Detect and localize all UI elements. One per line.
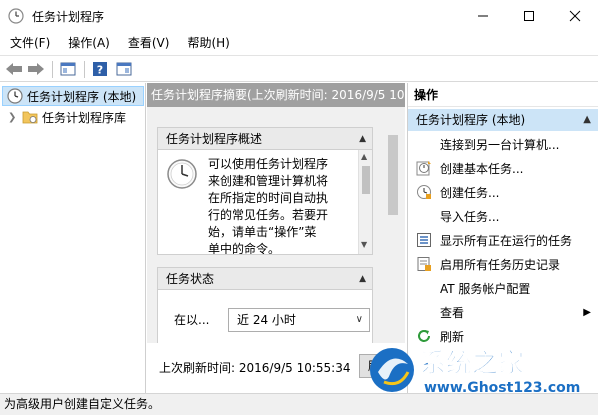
help-icon: ? — [93, 62, 107, 77]
task-status-panel: 任务状态 ▲ 在以... 近 24 小时 ∨ — [157, 267, 373, 347]
history-icon — [417, 257, 431, 271]
action-label: 启用所有任务历史记录 — [440, 257, 561, 272]
back-button[interactable] — [4, 60, 24, 78]
scroll-thumb[interactable] — [388, 135, 398, 215]
chevron-right-icon[interactable]: ❯ — [8, 112, 18, 123]
tree-item-label: 任务计划程序 (本地) — [27, 89, 137, 104]
close-icon — [569, 10, 581, 22]
watermark-url: www.Ghost123.com — [424, 380, 580, 396]
task-status-title: 任务状态 — [166, 272, 215, 286]
status-period-label: 在以... — [174, 312, 210, 327]
action-import-task[interactable]: 导入任务... — [408, 204, 598, 228]
svg-text:?: ? — [97, 64, 103, 77]
overview-scrollbar[interactable]: ▲ ▼ — [358, 150, 372, 254]
collapse-up-icon[interactable]: ▲ — [583, 109, 591, 131]
blank-icon — [416, 280, 432, 296]
action-at-service-account[interactable]: AT 服务帐户配置 — [408, 276, 598, 300]
overview-content: 可以使用任务计划程序 来创建和管理计算机将 在所指定的时间自动执 行的常见任务。… — [158, 150, 372, 254]
title-bar: 任务计划程序 — [0, 0, 598, 32]
action-label: 创建任务... — [440, 185, 500, 200]
action-create-task[interactable]: 创建任务... — [408, 180, 598, 204]
status-period-value: 近 24 小时 — [237, 313, 296, 327]
last-refresh-label: 上次刷新时间: 2016/9/5 10:55:34 — [159, 361, 351, 375]
summary-scrollbar[interactable] — [385, 131, 401, 367]
scroll-down-icon[interactable]: ▼ — [361, 240, 367, 249]
summary-header: 任务计划程序摘要(上次刷新时间: 2016/9/5 10:55:34) — [147, 83, 405, 107]
overview-line: 在所指定的时间自动执 — [208, 191, 329, 205]
collapse-up-icon[interactable]: ▲ — [359, 268, 366, 290]
action-connect-another-computer[interactable]: 连接到另一台计算机... — [408, 132, 598, 156]
scroll-thumb[interactable] — [362, 166, 370, 194]
actions-title: 操作 — [408, 83, 598, 107]
action-label: 连接到另一台计算机... — [440, 137, 560, 152]
window-title: 任务计划程序 — [32, 10, 105, 24]
summary-body: 任务计划程序概述 ▲ 可以使用任务计划程序 来创建和管理计算机将 在所指定的时间… — [147, 107, 405, 367]
minimize-icon — [478, 15, 488, 17]
clock-icon — [167, 159, 197, 189]
overview-line: 行的常见任务。若要开 — [208, 208, 329, 222]
submenu-arrow-icon: ▶ — [583, 306, 591, 318]
action-pane-icon — [116, 62, 132, 76]
forward-button[interactable] — [26, 60, 46, 78]
menu-action[interactable]: 操作(A) — [62, 33, 116, 53]
console-tree-icon — [60, 62, 76, 76]
action-label: 显示所有正在运行的任务 — [440, 233, 573, 248]
maximize-icon — [524, 11, 534, 21]
actions-section-label: 任务计划程序 (本地) — [416, 113, 526, 127]
task-status-panel-header[interactable]: 任务状态 ▲ — [158, 268, 372, 290]
overview-line: 可以使用任务计划程序 — [208, 157, 329, 171]
action-label: 创建基本任务... — [440, 161, 524, 176]
overview-line: 单中的命令。 — [208, 242, 281, 254]
basic-task-icon — [416, 161, 431, 176]
minimize-button[interactable] — [460, 0, 506, 32]
watermark-brand: 系统之家 — [420, 348, 524, 379]
tree-item-label: 任务计划程序库 — [42, 110, 127, 125]
console-tree: 任务计划程序 (本地) ❯ 任务计划程序库 — [0, 83, 146, 393]
menu-help[interactable]: 帮助(H) — [181, 33, 235, 53]
create-task-icon — [417, 185, 431, 199]
back-arrow-icon — [6, 63, 22, 75]
watermark-logo: 系统之家 www.Ghost123.com — [370, 348, 580, 396]
scroll-up-icon[interactable]: ▲ — [361, 152, 367, 161]
overview-panel-header[interactable]: 任务计划程序概述 ▲ — [158, 128, 372, 150]
running-tasks-icon — [417, 233, 431, 247]
actions-section-header[interactable]: 任务计划程序 (本地) ▲ — [408, 109, 598, 131]
tree-item-task-scheduler-local[interactable]: 任务计划程序 (本地) — [2, 86, 144, 106]
tree-item-task-scheduler-library[interactable]: ❯ 任务计划程序库 — [0, 107, 126, 127]
toolbar-separator — [52, 61, 53, 78]
action-label: 查看 — [440, 305, 465, 320]
chevron-down-icon: ∨ — [355, 314, 363, 325]
menu-file[interactable]: 文件(F) — [4, 33, 56, 53]
blank-icon — [416, 208, 432, 224]
close-button[interactable] — [552, 0, 598, 32]
action-enable-task-history[interactable]: 启用所有任务历史记录 — [408, 252, 598, 276]
overview-description: 可以使用任务计划程序 来创建和管理计算机将 在所指定的时间自动执 行的常见任务。… — [208, 156, 348, 254]
show-hide-action-pane-button[interactable] — [114, 60, 134, 78]
maximize-button[interactable] — [506, 0, 552, 32]
help-button[interactable]: ? — [90, 60, 110, 78]
menu-bar: 文件(F) 操作(A) 查看(V) 帮助(H) — [0, 32, 598, 54]
overview-line: 来创建和管理计算机将 — [208, 174, 329, 188]
clock-icon — [7, 88, 23, 104]
action-view[interactable]: 查看 ▶ — [408, 300, 598, 324]
overview-panel-title: 任务计划程序概述 — [166, 132, 263, 146]
menu-view[interactable]: 查看(V) — [122, 33, 176, 53]
task-scheduler-app-icon — [8, 8, 24, 24]
folder-icon — [22, 111, 38, 124]
blank-icon — [416, 304, 432, 320]
collapse-up-icon[interactable]: ▲ — [359, 128, 366, 150]
blank-icon — [416, 136, 432, 152]
show-hide-console-tree-button[interactable] — [58, 60, 78, 78]
toolbar-separator — [84, 61, 85, 78]
action-label: 导入任务... — [440, 209, 500, 224]
forward-arrow-icon — [28, 63, 44, 75]
action-create-basic-task[interactable]: 创建基本任务... — [408, 156, 598, 180]
overview-panel: 任务计划程序概述 ▲ 可以使用任务计划程序 来创建和管理计算机将 在所指定的时间… — [157, 127, 373, 255]
action-display-running-tasks[interactable]: 显示所有正在运行的任务 — [408, 228, 598, 252]
toolbar: ? — [0, 55, 598, 82]
overview-line: 始，请单击“操作”菜 — [208, 225, 317, 239]
status-period-select[interactable]: 近 24 小时 ∨ — [228, 308, 370, 332]
action-label: AT 服务帐户配置 — [440, 281, 531, 296]
